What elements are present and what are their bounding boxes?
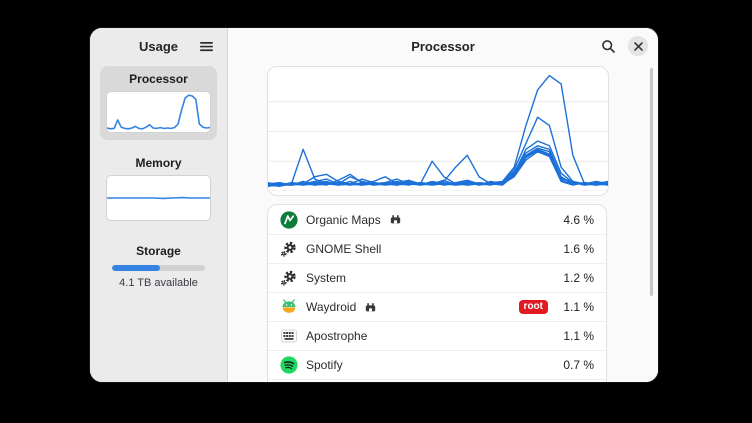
process-name: Organic Maps [306,213,381,227]
sidebar-item-memory[interactable]: Memory [100,150,217,228]
processor-sparkline-chart [106,91,211,133]
process-name: Apostrophe [306,329,367,343]
apostrophe-app-icon [280,327,298,345]
process-name: System [306,271,346,285]
process-row-partial[interactable] [268,379,606,382]
sidebar: Usage Processor [90,28,228,382]
sidebar-memory-label: Memory [106,156,211,170]
sidebar-content: Processor Memory Storage [90,64,227,306]
hamburger-menu-button[interactable] [193,33,219,59]
usage-app-window: Usage Processor [90,28,658,382]
system-gear-icon [280,269,298,287]
sidebar-processor-label: Processor [106,72,211,86]
process-cpu-percent: 0.7 % [556,358,594,372]
sidebar-item-processor[interactable]: Processor [100,66,217,140]
storage-progress-bar [112,265,205,271]
organic-maps-app-icon [280,211,298,229]
process-cpu-percent: 4.6 % [556,213,594,227]
sidebar-storage-label: Storage [106,244,211,258]
gamepad-icon [365,302,376,313]
process-row-organic-maps[interactable]: Organic Maps 4.6 % [268,205,606,234]
main-headerbar: Processor [228,28,658,64]
waydroid-app-icon [280,298,298,316]
process-row-waydroid[interactable]: Waydroid root 1.1 % [268,292,606,321]
memory-sparkline-svg [107,176,210,220]
gamepad-icon [390,214,401,225]
headerbar-actions [596,28,648,64]
storage-available-text: 4.1 TB available [106,277,211,289]
sidebar-item-storage[interactable]: Storage 4.1 TB available [100,238,217,296]
spotify-app-icon [280,356,298,374]
process-list: Organic Maps 4.6 % [267,204,607,382]
process-row-apostrophe[interactable]: Apostrophe 1.1 % [268,321,606,350]
app-title: Usage [139,39,178,54]
close-icon [634,42,643,51]
root-badge: root [519,300,548,314]
search-icon [601,39,616,54]
process-row-spotify[interactable]: Spotify 0.7 % [268,350,606,379]
main-pane: Processor [228,28,658,382]
memory-sparkline-chart [106,175,211,221]
process-name: Waydroid [306,300,356,314]
process-cpu-percent: 1.6 % [556,242,594,256]
process-name: Spotify [306,358,343,372]
close-window-button[interactable] [628,36,648,56]
process-cpu-percent: 1.1 % [556,300,594,314]
process-row-gnome-shell[interactable]: GNOME Shell 1.6 % [268,234,606,263]
process-name: GNOME Shell [306,242,381,256]
gnome-shell-app-icon [280,240,298,258]
desktop-background: Usage Processor [0,0,752,423]
processor-usage-chart [267,66,609,196]
hamburger-icon [199,39,214,54]
page-title: Processor [411,39,475,54]
processor-sparkline-svg [107,92,210,132]
process-cpu-percent: 1.1 % [556,329,594,343]
storage-progress-fill [112,265,160,271]
vertical-scrollbar[interactable] [650,68,653,296]
process-row-system[interactable]: System 1.2 % [268,263,606,292]
sidebar-headerbar: Usage [90,28,227,64]
process-cpu-percent: 1.2 % [556,271,594,285]
search-button[interactable] [596,34,620,58]
processor-usage-chart-svg [268,72,608,191]
